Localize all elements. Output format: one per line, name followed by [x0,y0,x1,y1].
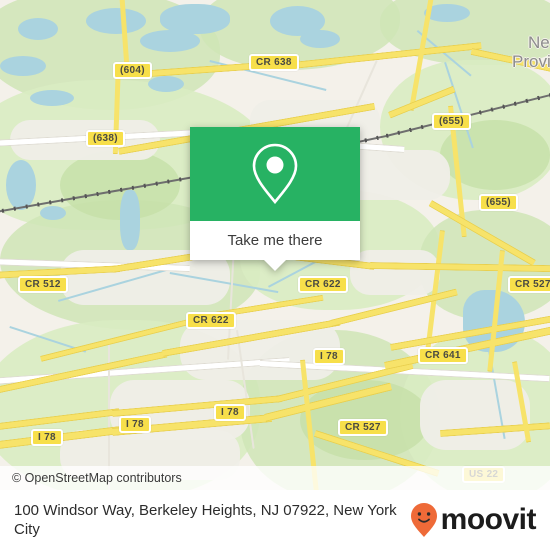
road-shield[interactable]: CR 527 [508,276,550,293]
water-pond [86,8,146,34]
popup-header [190,127,360,221]
road-shield[interactable]: CR 641 [418,347,468,364]
water-pond [30,90,74,106]
road-shield[interactable]: (638) [86,130,125,147]
footer-bar: 100 Windsor Way, Berkeley Heights, NJ 07… [0,490,550,550]
location-popup[interactable]: Take me there [190,127,360,271]
built-area [420,380,530,450]
moovit-logo[interactable]: moovit [409,502,537,538]
road-shield[interactable]: CR 622 [186,312,236,329]
water-pond [148,76,184,92]
water-pond [40,206,66,220]
moovit-wordmark: moovit [440,503,537,536]
built-area [350,250,440,295]
osm-attribution-text: © OpenStreetMap contributors [12,471,182,485]
road-shield[interactable]: CR 638 [249,54,299,71]
road-shield[interactable]: (655) [479,194,518,211]
road-shield[interactable]: (604) [113,62,152,79]
take-me-there-label: Take me there [227,232,323,249]
city-label: New [528,33,550,52]
map-canvas[interactable]: New Providence (604) CR 638 (655) (638) … [0,0,550,490]
address-text: 100 Windsor Way, Berkeley Heights, NJ 07… [14,502,397,538]
map-screen: New Providence (604) CR 638 (655) (638) … [0,0,550,550]
road-shield[interactable]: I 78 [31,429,63,446]
city-label: Providence [512,52,550,71]
road-shield[interactable]: (655) [432,113,471,130]
road-shield[interactable]: CR 527 [338,419,388,436]
water-pond [120,190,140,250]
popup-pointer-tail [264,260,286,271]
road-shield[interactable]: I 78 [119,416,151,433]
water-pond [0,56,46,76]
road-shield[interactable]: CR 622 [298,276,348,293]
water-pond [18,18,58,40]
moovit-smiley-pin-icon [410,503,437,537]
map-pin-icon [252,143,298,205]
take-me-there-button[interactable]: Take me there [190,221,360,260]
map-attribution-bar: © OpenStreetMap contributors [0,466,550,490]
road-shield[interactable]: CR 512 [18,276,68,293]
road-shield[interactable]: I 78 [214,404,246,421]
road-shield[interactable]: I 78 [313,348,345,365]
water-pond [140,30,200,52]
water-pond [300,30,340,48]
